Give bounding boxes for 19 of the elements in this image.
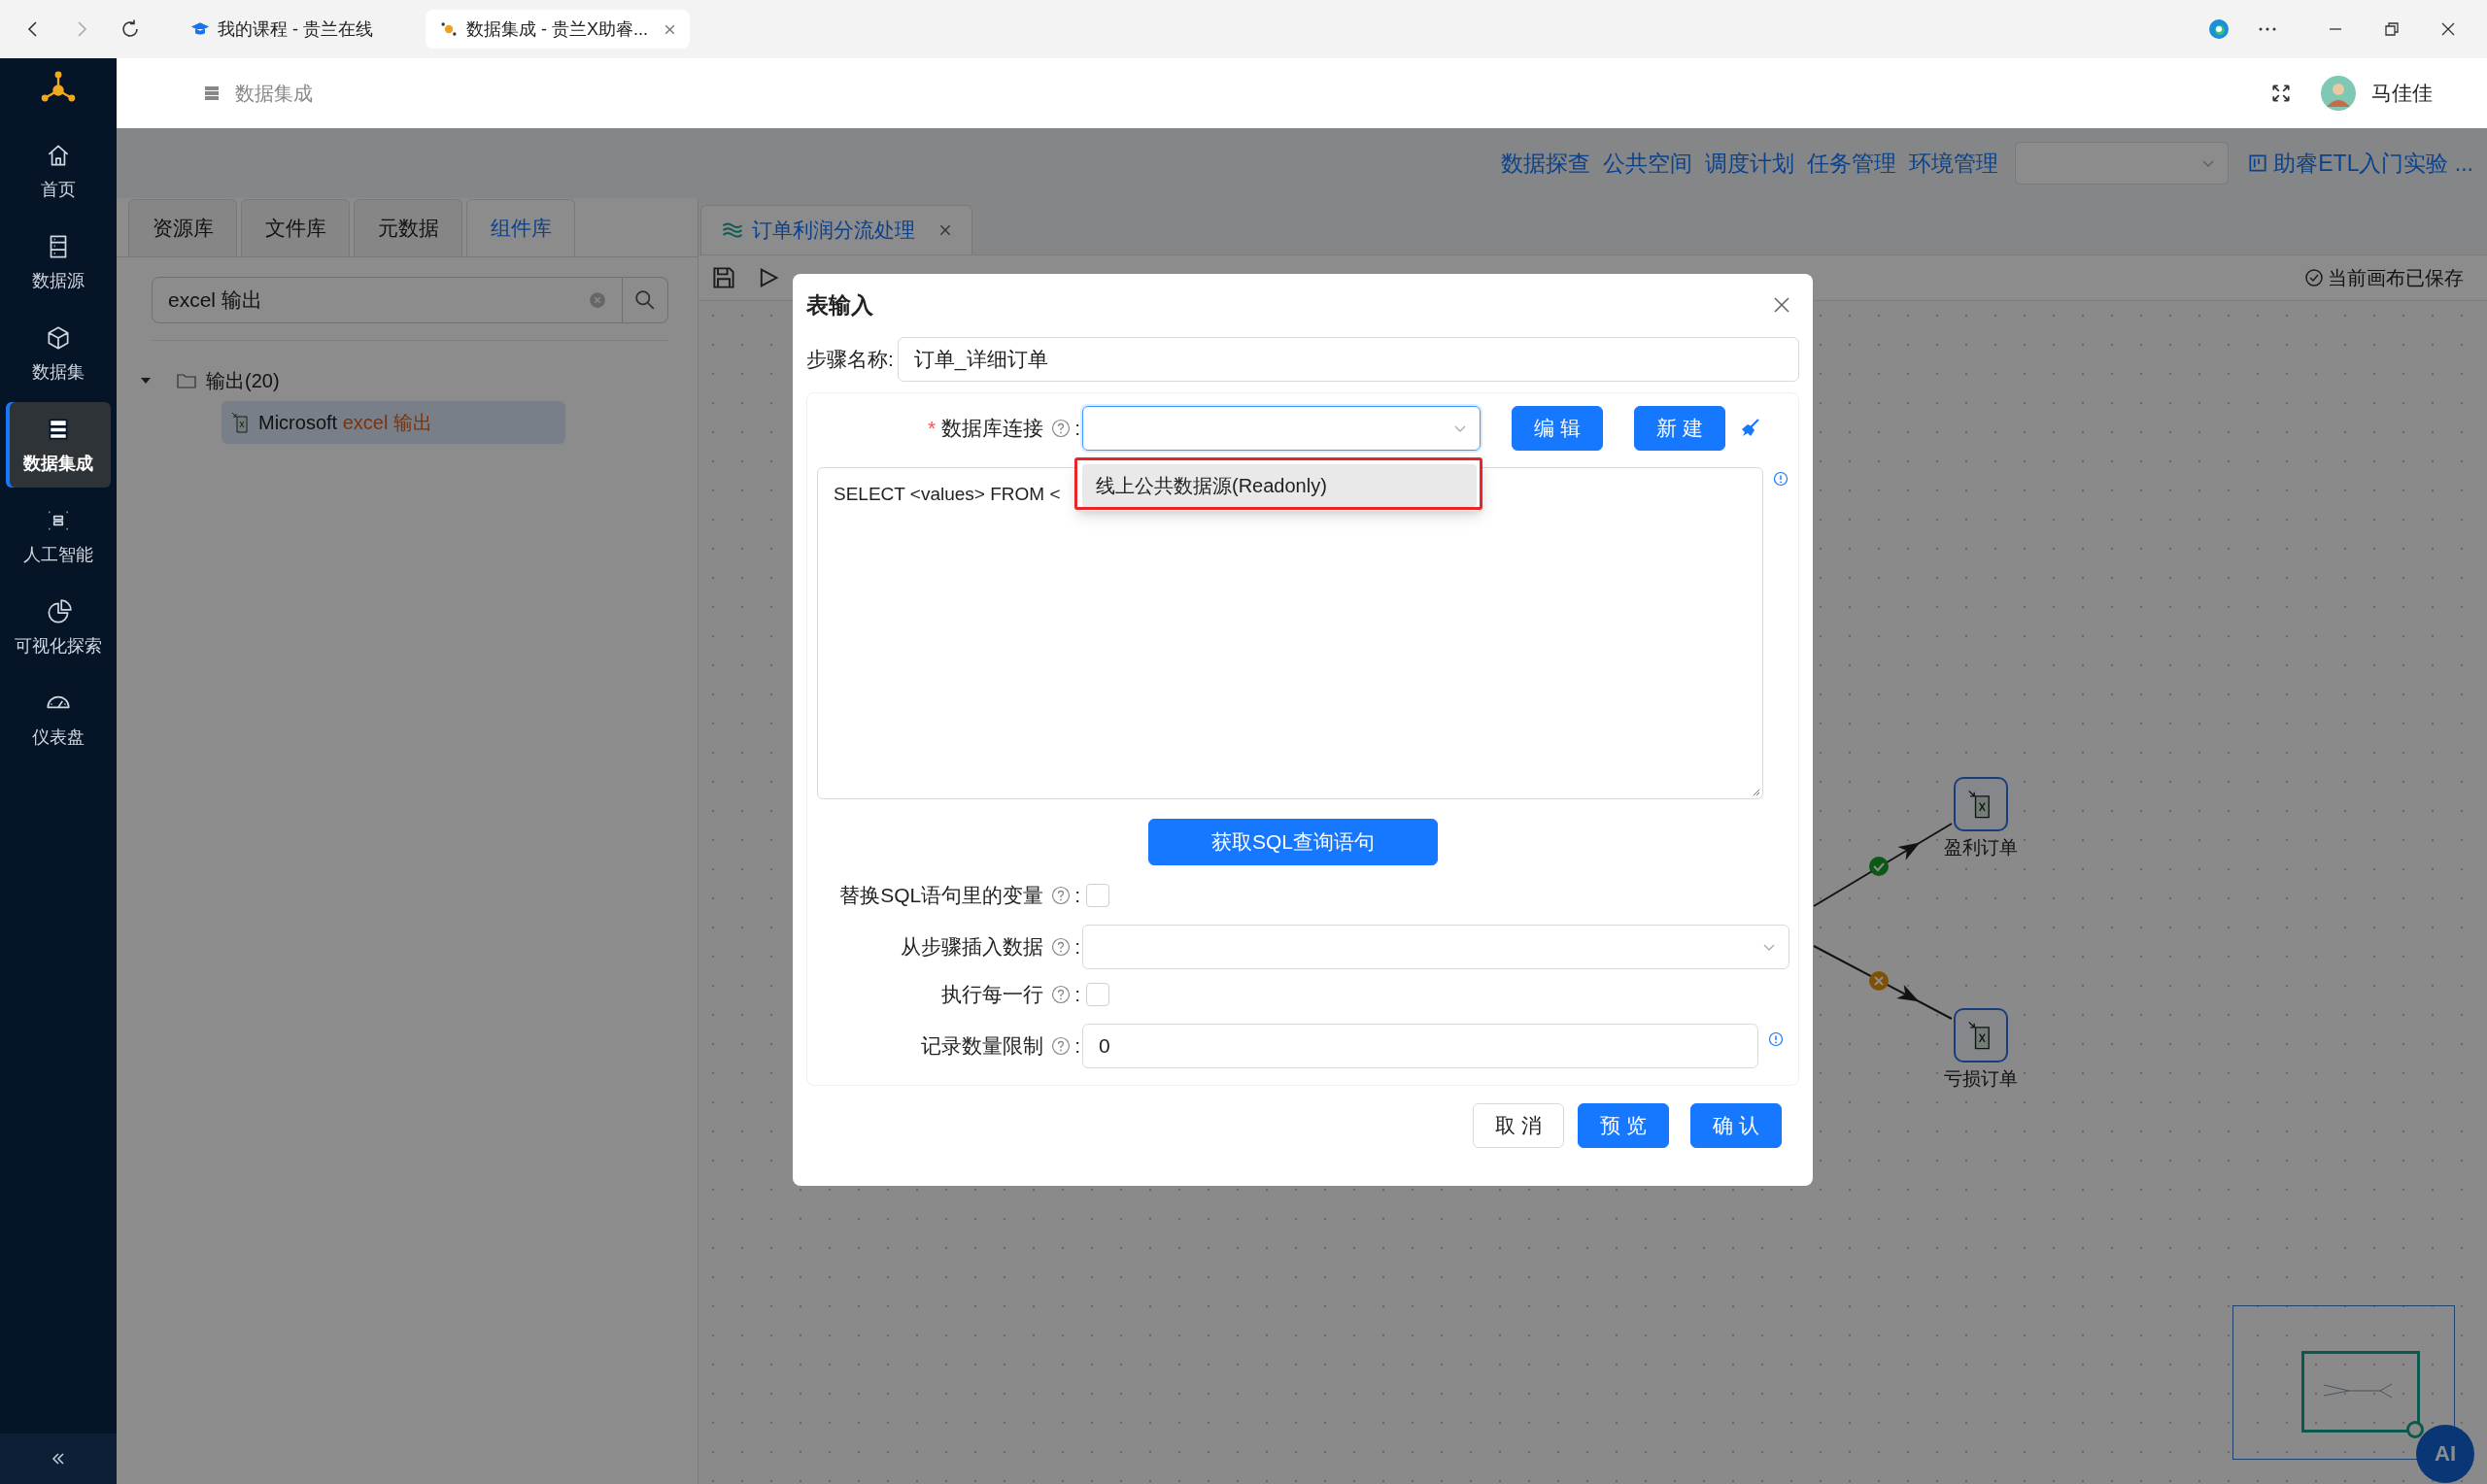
tab-title: 数据集成 - 贵兰X助睿... — [466, 18, 648, 41]
field-label: 从步骤插入数据 — [901, 934, 1044, 960]
required-mark: * — [927, 417, 937, 440]
field-label: 步骤名称: — [806, 347, 894, 372]
colon: : — [1074, 1034, 1080, 1058]
field-label: 替换SQL语句里的变量 — [839, 883, 1044, 908]
colon: : — [1074, 884, 1080, 907]
colon: : — [1074, 417, 1080, 440]
save-status: 当前画布已保存 — [2328, 265, 2464, 290]
field-label: 数据库连接 — [941, 416, 1044, 441]
field-label: 执行每一行 — [941, 982, 1044, 1007]
tab-title: 我的课程 - 贵兰在线 — [218, 18, 373, 41]
colon: : — [1074, 935, 1080, 959]
field-label: 记录数量限制 — [921, 1033, 1044, 1059]
colon: : — [1074, 983, 1080, 1006]
node-label: 盈利订单 — [1944, 836, 2018, 860]
node-label: 亏损订单 — [1944, 1067, 2018, 1091]
dialog-title: 表输入 — [806, 290, 873, 320]
breadcrumb: 数据集成 — [235, 81, 313, 106]
